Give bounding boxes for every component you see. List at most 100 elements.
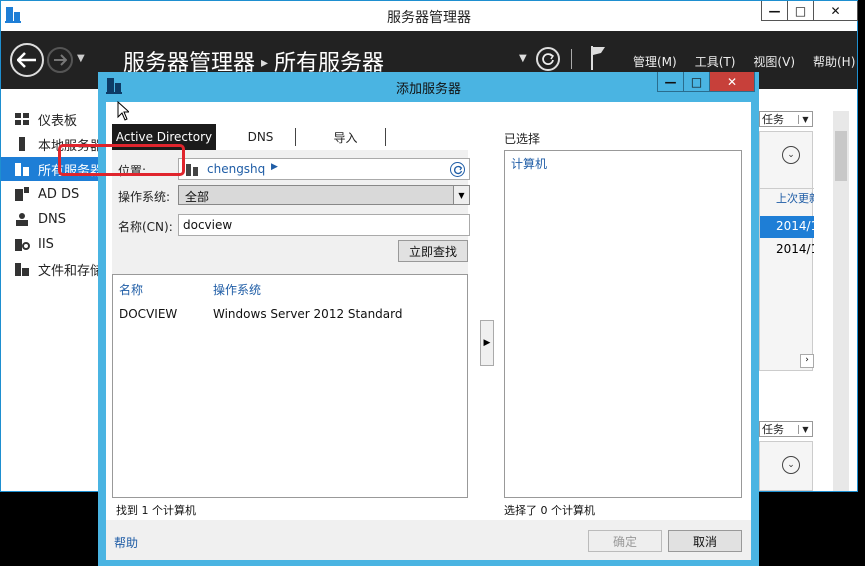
sidebar-item-label: IIS (38, 236, 54, 252)
sidebar-item-dns[interactable]: DNS (1, 207, 99, 231)
add-servers-dialog: 添加服务器 — □ ✕ Active Directory DNS 导入 位置: … (98, 72, 759, 566)
add-to-selected-button[interactable]: ▶ (480, 320, 494, 366)
chevron-right-icon[interactable]: ▶ (271, 162, 278, 172)
events-panel-partial: ⌄ (759, 441, 813, 491)
tab-import[interactable]: 导入 (306, 128, 386, 146)
header-divider (571, 49, 572, 69)
menu-view[interactable]: 视图(V) (753, 53, 795, 70)
domain-server-icon (185, 163, 199, 180)
name-input[interactable] (178, 214, 470, 236)
os-label: 操作系统: (118, 190, 171, 204)
found-count: 找到 1 个计算机 (116, 504, 196, 517)
column-os[interactable]: 操作系统 (213, 281, 261, 298)
mouse-cursor-icon (117, 100, 131, 124)
close-button[interactable]: ✕ (710, 72, 755, 92)
forward-button[interactable] (47, 47, 73, 73)
dashboard-icon (14, 111, 30, 127)
sidebar-item-local-server[interactable]: 本地服务器 (1, 132, 99, 156)
refresh-icon (542, 53, 555, 65)
sidebar-item-iis[interactable]: IIS (1, 232, 99, 256)
location-value: chengshq (207, 162, 266, 176)
result-name: DOCVIEW (119, 307, 178, 321)
expand-chevron-icon[interactable]: ⌄ (782, 456, 800, 474)
adds-icon (14, 186, 30, 202)
menu-tools[interactable]: 工具(T) (695, 53, 736, 70)
location-picker[interactable]: chengshq ▶ (178, 158, 470, 180)
tab-active-directory[interactable]: Active Directory (112, 124, 216, 150)
tasks-label: 任务 (762, 423, 784, 436)
storage-icon (14, 261, 30, 277)
menu-help[interactable]: 帮助(H) (813, 53, 855, 70)
refresh-icon[interactable] (450, 162, 465, 177)
os-selected-value: 全部 (185, 190, 210, 204)
dialog-window-controls: — □ ✕ (657, 72, 755, 92)
expand-chevron-icon[interactable]: ⌄ (782, 146, 800, 164)
arrow-left-icon (17, 52, 36, 68)
iis-icon (14, 236, 30, 252)
selected-list: 计算机 (504, 150, 742, 498)
chevron-down-icon[interactable]: ▼ (453, 186, 469, 204)
os-select[interactable]: 全部 ▼ (178, 185, 470, 205)
arrow-right-icon: ▶ (483, 338, 491, 348)
tab-dns[interactable]: DNS (226, 128, 296, 146)
minimize-button[interactable]: — (761, 1, 788, 21)
minimize-button[interactable]: — (657, 72, 684, 92)
main-scrollbar[interactable] (833, 111, 849, 491)
notifications-flag-icon[interactable] (589, 45, 607, 74)
find-now-button[interactable]: 立即查找 (398, 240, 468, 262)
table-row-selected[interactable]: 2014/1 (760, 216, 814, 238)
scrollbar-thumb[interactable] (835, 131, 847, 181)
tasks-dropdown-bottom[interactable]: 任务 ▼ (759, 421, 813, 437)
table-row[interactable]: 2014/1 (776, 242, 814, 256)
maximize-button[interactable]: □ (684, 72, 710, 92)
dialog-footer: 帮助 确定 取消 (106, 520, 751, 560)
sidebar-item-label: 仪表板 (38, 113, 78, 129)
right-panel: 任务 ▼ ⌄ 上次更新 2014/1 2014/1 › 任务 ▼ ⌄ (759, 111, 857, 491)
breadcrumb-separator-icon: ▸ (261, 55, 269, 71)
maximize-button[interactable]: □ (788, 1, 814, 21)
close-button[interactable]: ✕ (814, 1, 858, 21)
nav-history-dropdown-icon[interactable]: ▼ (77, 53, 85, 64)
server-list-partial: ⌄ 上次更新 2014/1 2014/1 › (759, 131, 814, 371)
location-label: 位置: (118, 164, 147, 178)
column-last-update: 上次更新 (776, 192, 814, 205)
arrow-right-icon (54, 54, 67, 66)
divider (760, 188, 814, 189)
dialog-body: Active Directory DNS 导入 位置: chengshq ▶ 操… (106, 102, 751, 560)
window-controls: — □ ✕ (761, 1, 858, 21)
sidebar-item-label: 本地服务器 (38, 138, 99, 154)
help-link[interactable]: 帮助 (114, 534, 138, 551)
cancel-button[interactable]: 取消 (668, 530, 742, 552)
sidebar-item-file-storage[interactable]: 文件和存储服务 (1, 257, 99, 281)
menu-manage[interactable]: 管理(M) (633, 53, 677, 70)
selected-count: 选择了 0 个计算机 (504, 504, 595, 517)
sidebar-item-all-servers[interactable]: 所有服务器 (1, 157, 99, 181)
sidebar-item-ad-ds[interactable]: AD DS (1, 182, 99, 206)
tasks-dropdown-top[interactable]: 任务 ▼ (759, 111, 813, 127)
sidebar-item-label: 所有服务器 (38, 163, 99, 179)
ok-button[interactable]: 确定 (588, 530, 662, 552)
server-icon (14, 136, 30, 152)
servers-icon (14, 161, 30, 177)
sidebar-item-label: AD DS (38, 186, 80, 202)
scroll-right-icon[interactable]: › (800, 354, 814, 368)
result-os: Windows Server 2012 Standard (213, 307, 403, 321)
column-computer[interactable]: 计算机 (511, 155, 547, 172)
dns-icon (14, 211, 30, 227)
window-title: 服务器管理器 (387, 10, 471, 26)
chevron-down-icon: ▼ (798, 424, 812, 434)
search-panel: 位置: chengshq ▶ 操作系统: 全部 ▼ 名称(CN): 立即查找 (112, 150, 470, 274)
back-button[interactable] (10, 43, 44, 77)
main-titlebar: 服务器管理器 — □ ✕ (1, 1, 858, 31)
dialog-titlebar: 添加服务器 — □ ✕ (98, 72, 759, 100)
sidebar-item-dashboard[interactable]: 仪表板 (1, 107, 99, 131)
main-menu: 管理(M) 工具(T) 视图(V) 帮助(H) (633, 53, 855, 70)
header-dropdown-icon[interactable]: ▼ (519, 53, 527, 64)
results-table: 名称 操作系统 DOCVIEW Windows Server 2012 Stan… (112, 274, 468, 498)
name-label: 名称(CN): (118, 220, 173, 234)
column-name[interactable]: 名称 (119, 281, 143, 298)
refresh-button[interactable] (536, 47, 560, 71)
tasks-label: 任务 (762, 113, 784, 126)
selected-label: 已选择 (504, 132, 541, 146)
sidebar-item-label: DNS (38, 211, 66, 227)
